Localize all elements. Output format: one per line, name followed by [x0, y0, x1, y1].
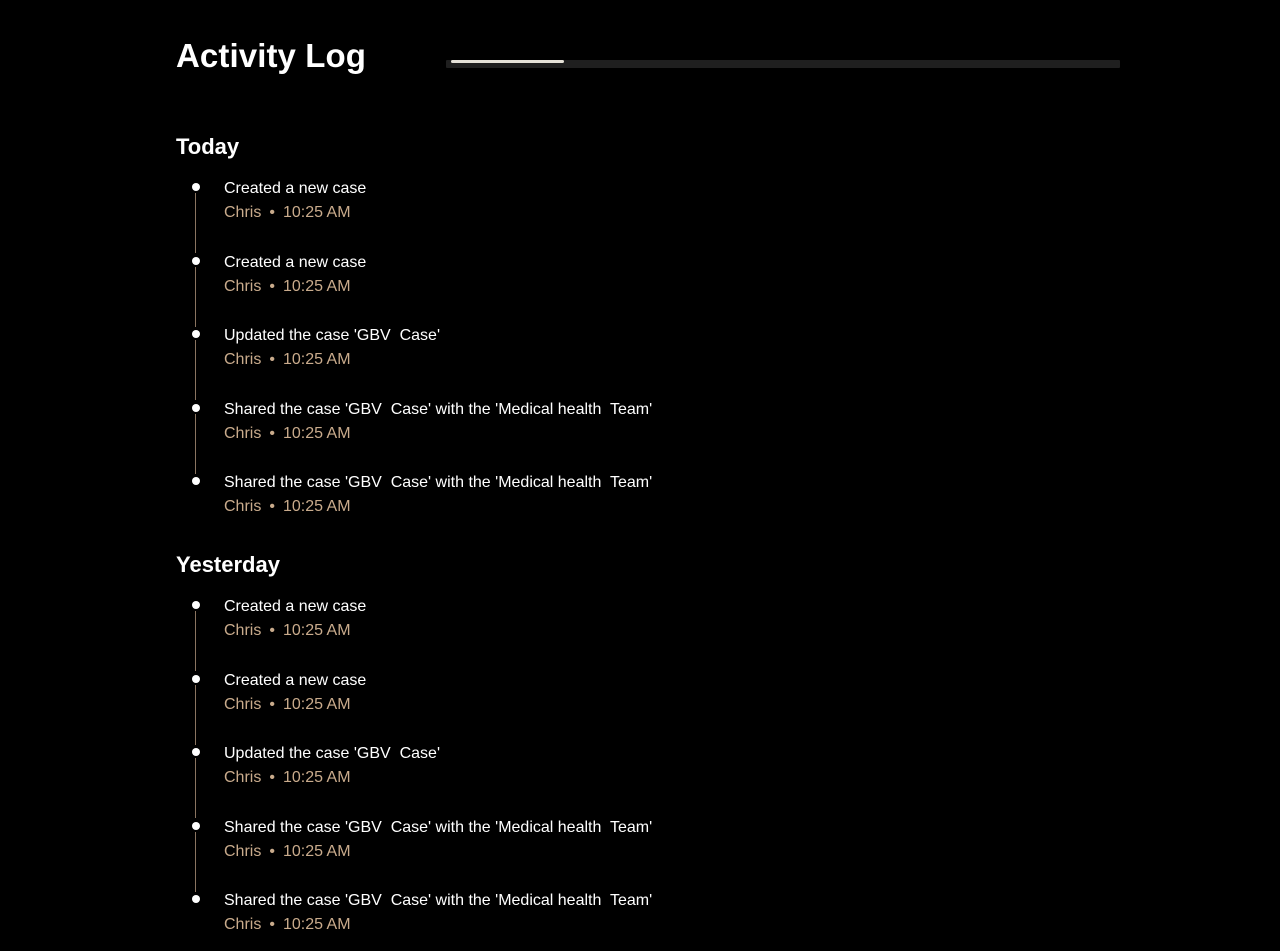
timeline-item: Shared the case 'GBV Case' with the 'Med…	[176, 474, 1120, 548]
timeline-list: Created a new case Chris • 10:25 AM Create…	[176, 598, 1120, 951]
meta-separator: •	[269, 424, 275, 442]
activity-user: Chris	[224, 916, 262, 934]
section-heading: Today	[176, 134, 240, 159]
page-title: Activity Log	[176, 37, 367, 74]
timeline-dot-icon	[192, 600, 200, 609]
timeline-list: Created a new case Chris • 10:25 AM Create…	[176, 180, 1120, 548]
timeline-item: Created a new case Chris • 10:25 AM	[176, 598, 1120, 672]
timeline-connector	[195, 684, 196, 745]
page-header: Activity Log	[176, 0, 1120, 110]
activity-user: Chris	[224, 842, 262, 860]
timeline-dot-icon	[192, 821, 200, 830]
timeline-item: Updated the case 'GBV Case' Chris • 10:25 …	[176, 327, 1120, 401]
activity-meta: Chris • 10:25 AM	[224, 622, 1120, 640]
timeline-dot-icon	[192, 403, 200, 412]
timeline-dot-icon	[192, 330, 200, 339]
timeline-item: Created a new case Chris • 10:25 AM	[176, 180, 1120, 254]
timeline-item: Created a new case Chris • 10:25 AM	[176, 672, 1120, 746]
activity-user: Chris	[224, 621, 262, 639]
activity-user: Chris	[224, 204, 262, 221]
activity-meta: Chris • 10:25 AM	[224, 916, 1120, 934]
activity-user: Chris	[224, 695, 262, 713]
activity-meta: Chris • 10:25 AM	[224, 769, 1120, 787]
meta-separator: •	[269, 916, 275, 934]
activity-meta: Chris • 10:25 AM	[224, 498, 1120, 516]
progress-bar	[446, 60, 1120, 68]
activity-meta: Chris • 10:25 AM	[224, 204, 1120, 222]
activity-time: 10:25 AM	[282, 424, 351, 442]
timeline-item: Shared the case 'GBV Case' with the 'Med…	[176, 892, 1120, 951]
meta-separator: •	[269, 277, 275, 295]
activity-title: Created a new case	[224, 253, 367, 271]
timeline-connector	[195, 758, 196, 819]
activity-title: Created a new case	[224, 597, 367, 615]
timeline-dot-icon	[192, 183, 200, 191]
activity-time: 10:25 AM	[282, 695, 351, 713]
timeline-connector	[195, 831, 196, 892]
timeline-connector	[195, 340, 196, 401]
activity-title: Updated the case 'GBV Case'	[224, 327, 441, 345]
timeline-dot-icon	[192, 895, 200, 904]
activity-title: Updated the case 'GBV Case'	[224, 745, 441, 763]
activity-time: 10:25 AM	[282, 204, 351, 221]
timeline-connector	[195, 413, 196, 474]
timeline-item: Updated the case 'GBV Case' Chris • 10:25 …	[176, 745, 1120, 819]
activity-time: 10:25 AM	[282, 769, 351, 787]
meta-separator: •	[269, 842, 275, 860]
progress-bar-fill	[451, 60, 564, 63]
meta-separator: •	[269, 621, 275, 639]
section-yesterday: Yesterday Created a new case Chris • 10:25…	[176, 552, 1120, 951]
meta-separator: •	[269, 695, 275, 713]
activity-meta: Chris • 10:25 AM	[224, 425, 1120, 443]
activity-meta: Chris • 10:25 AM	[224, 696, 1120, 714]
timeline-item: Shared the case 'GBV Case' with the 'Med…	[176, 401, 1120, 475]
activity-title: Created a new case	[224, 671, 367, 689]
timeline-connector	[195, 193, 196, 253]
timeline-dot-icon	[192, 477, 200, 486]
section-today: Today Created a new case Chris • 10:25 AM …	[176, 134, 1120, 548]
activity-time: 10:25 AM	[282, 277, 351, 295]
activity-title: Shared the case 'GBV Case' with the 'Med…	[224, 892, 653, 910]
activity-meta: Chris • 10:25 AM	[224, 843, 1120, 861]
activity-time: 10:25 AM	[282, 842, 351, 860]
activity-time: 10:25 AM	[282, 498, 351, 516]
activity-meta: Chris • 10:25 AM	[224, 351, 1120, 369]
meta-separator: •	[269, 769, 275, 787]
activity-title: Shared the case 'GBV Case' with the 'Med…	[224, 400, 653, 418]
timeline-dot-icon	[192, 748, 200, 757]
timeline-connector	[195, 610, 196, 671]
timeline-item: Shared the case 'GBV Case' with the 'Med…	[176, 819, 1120, 893]
timeline-item: Created a new case Chris • 10:25 AM	[176, 254, 1120, 328]
activity-user: Chris	[224, 351, 262, 369]
meta-separator: •	[269, 351, 275, 369]
activity-title: Shared the case 'GBV Case' with the 'Med…	[224, 818, 653, 836]
timeline-dot-icon	[192, 256, 200, 265]
activity-user: Chris	[224, 277, 262, 295]
activity-time: 10:25 AM	[282, 916, 351, 934]
activity-time: 10:25 AM	[282, 351, 351, 369]
timeline-connector	[195, 266, 196, 327]
activity-log-page: Activity Log Today Created a new case Ch…	[176, 0, 1120, 951]
activity-title: Created a new case	[224, 180, 367, 197]
meta-separator: •	[269, 204, 275, 221]
section-heading: Yesterday	[176, 551, 280, 577]
activity-meta: Chris • 10:25 AM	[224, 278, 1120, 296]
activity-title: Shared the case 'GBV Case' with the 'Med…	[224, 474, 653, 492]
activity-user: Chris	[224, 769, 262, 787]
activity-user: Chris	[224, 424, 262, 442]
meta-separator: •	[269, 498, 275, 516]
activity-user: Chris	[224, 498, 262, 516]
activity-time: 10:25 AM	[282, 621, 351, 639]
timeline-dot-icon	[192, 674, 200, 683]
